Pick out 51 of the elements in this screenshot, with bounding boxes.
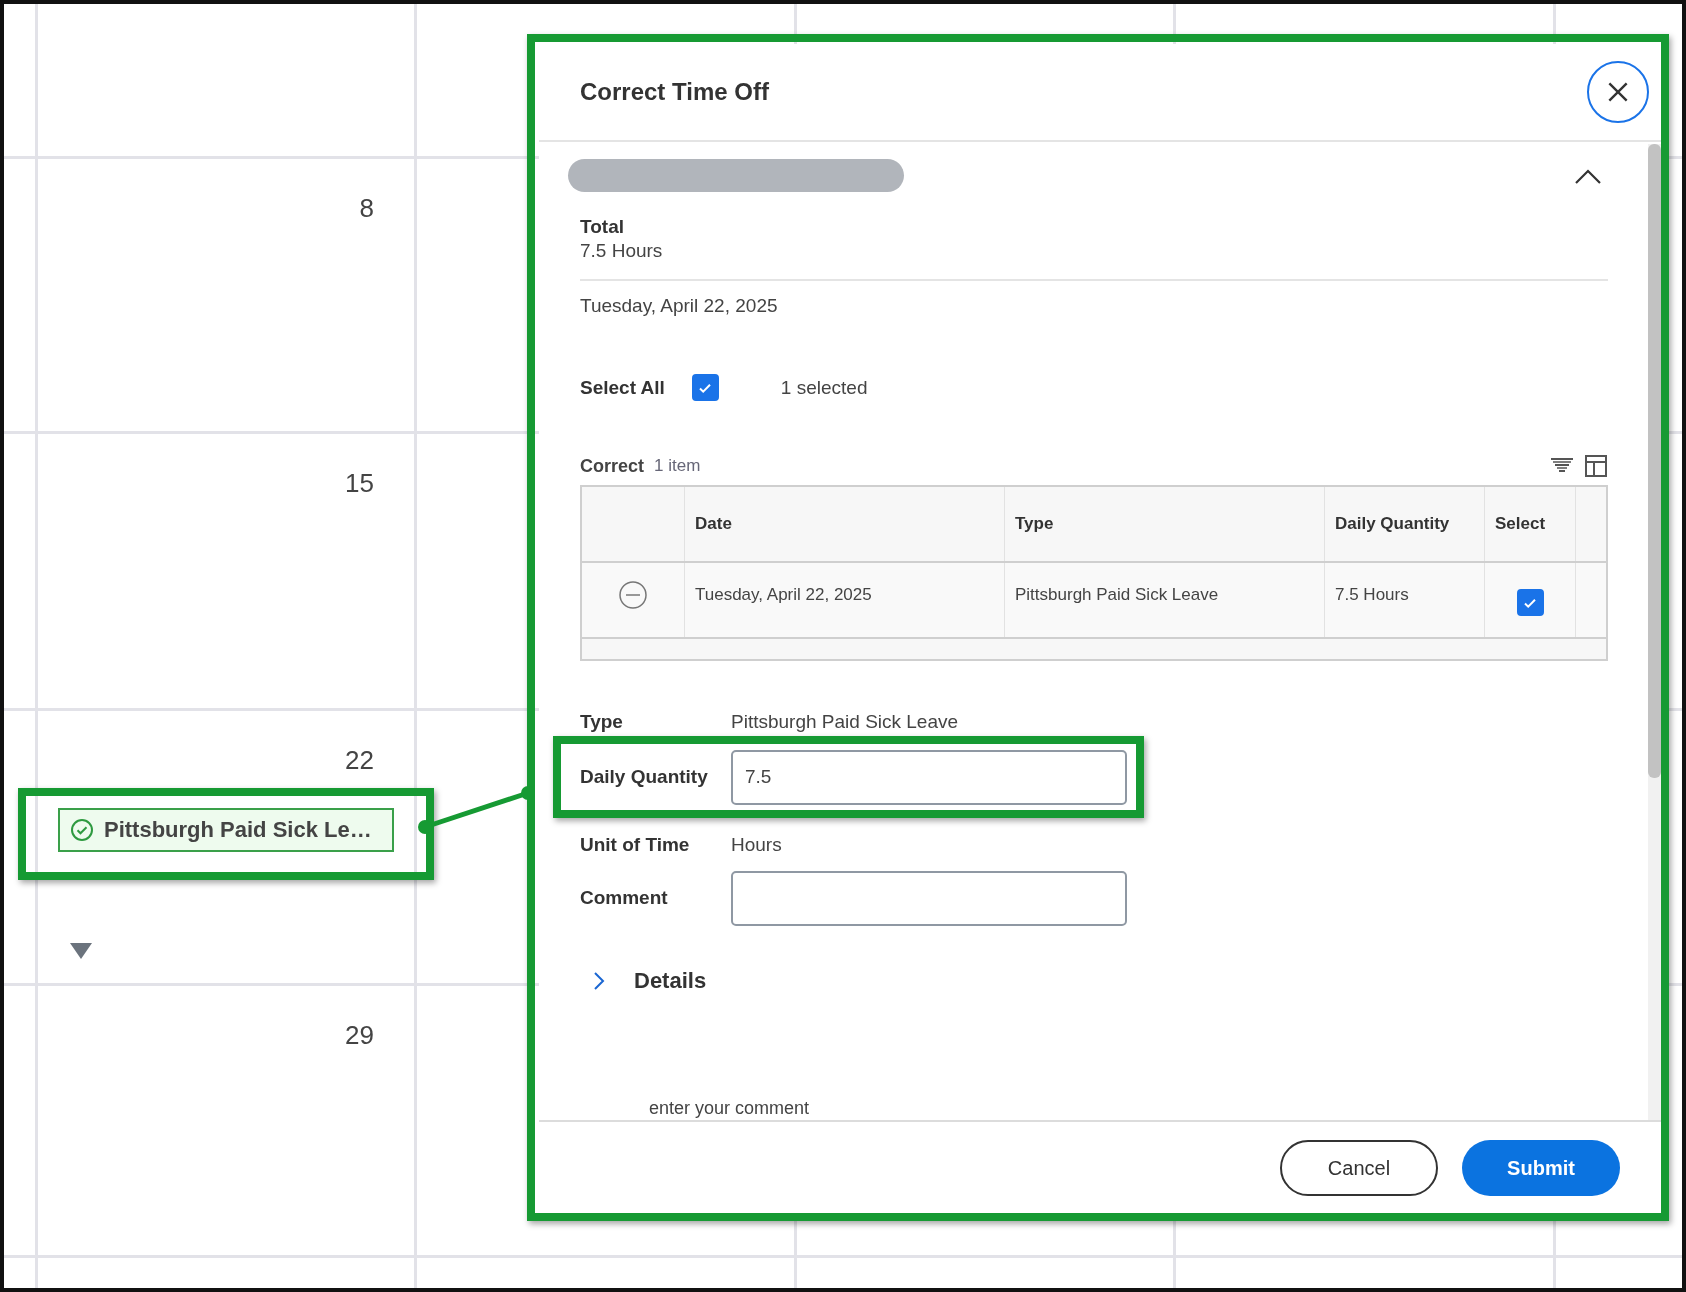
minus-circle-icon[interactable] (618, 580, 648, 610)
column-header: Daily Quantity (1325, 487, 1485, 561)
submit-button[interactable]: Submit (1462, 1140, 1620, 1196)
select-all-label: Select All (580, 375, 665, 400)
input-field[interactable]: 7.5 (731, 749, 1127, 805)
calendar-cell[interactable] (4, 711, 38, 986)
table-title: Correct (580, 455, 645, 477)
caret-down-icon[interactable] (70, 943, 92, 959)
table-cell: Tuesday, April 22, 2025 (685, 563, 1005, 637)
day-number: 29 (345, 1020, 374, 1051)
item-count: 1 item (654, 456, 701, 476)
day-number: 15 (345, 468, 374, 499)
field-label: Daily Quantity (580, 766, 709, 788)
chevron-right-icon[interactable] (592, 971, 606, 991)
chevron-up-icon[interactable] (1574, 167, 1602, 184)
dialog-title: Correct Time Off (580, 78, 769, 106)
calendar-cell[interactable]: 8 (38, 159, 417, 434)
row-checkbox[interactable] (1516, 589, 1544, 616)
date-heading: Tuesday, April 22, 2025 (580, 294, 779, 318)
calendar-cell[interactable]: 29 (38, 986, 417, 1258)
calendar-cell[interactable] (4, 159, 38, 434)
field-value: Hours (731, 834, 782, 856)
table-cell: 7.5 Hours (1325, 563, 1485, 637)
field-value: Pittsburgh Paid Sick Leave (731, 711, 959, 733)
input-field[interactable] (731, 870, 1127, 926)
total-label: Total (580, 215, 625, 239)
column-header: Type (1005, 487, 1325, 561)
table-cell: Pittsburgh Paid Sick Leave (1005, 563, 1325, 637)
calendar-cell[interactable]: 15 (38, 434, 417, 711)
total-value: 7.5 Hours (580, 239, 664, 263)
field-label: Unit of Time (580, 834, 691, 856)
calendar-cell[interactable] (4, 4, 38, 159)
columns-icon[interactable] (1584, 454, 1608, 478)
field-label: Type (580, 711, 624, 733)
check-circle-icon (70, 818, 94, 842)
calendar-cell[interactable] (38, 4, 417, 159)
calendar-cell[interactable] (4, 986, 38, 1258)
comment-hint: enter your comment (649, 1098, 811, 1119)
day-number: 22 (345, 745, 374, 776)
cancel-button[interactable]: Cancel (1280, 1140, 1438, 1196)
selected-count: 1 selected (780, 375, 868, 400)
time-off-event[interactable]: Pittsburgh Paid Sick Le… (58, 808, 394, 852)
select-all-checkbox[interactable] (691, 374, 719, 401)
scrollbar-thumb[interactable] (1648, 144, 1661, 778)
calendar-cell[interactable] (4, 434, 38, 711)
column-header: Select (1485, 487, 1576, 561)
details-toggle[interactable]: Details (634, 968, 707, 994)
field-label: Comment (580, 887, 669, 909)
calendar-cell[interactable]: 22 Pittsburgh Paid Sick Le… (38, 711, 417, 986)
day-number: 8 (359, 193, 374, 224)
column-header: Date (685, 487, 1005, 561)
